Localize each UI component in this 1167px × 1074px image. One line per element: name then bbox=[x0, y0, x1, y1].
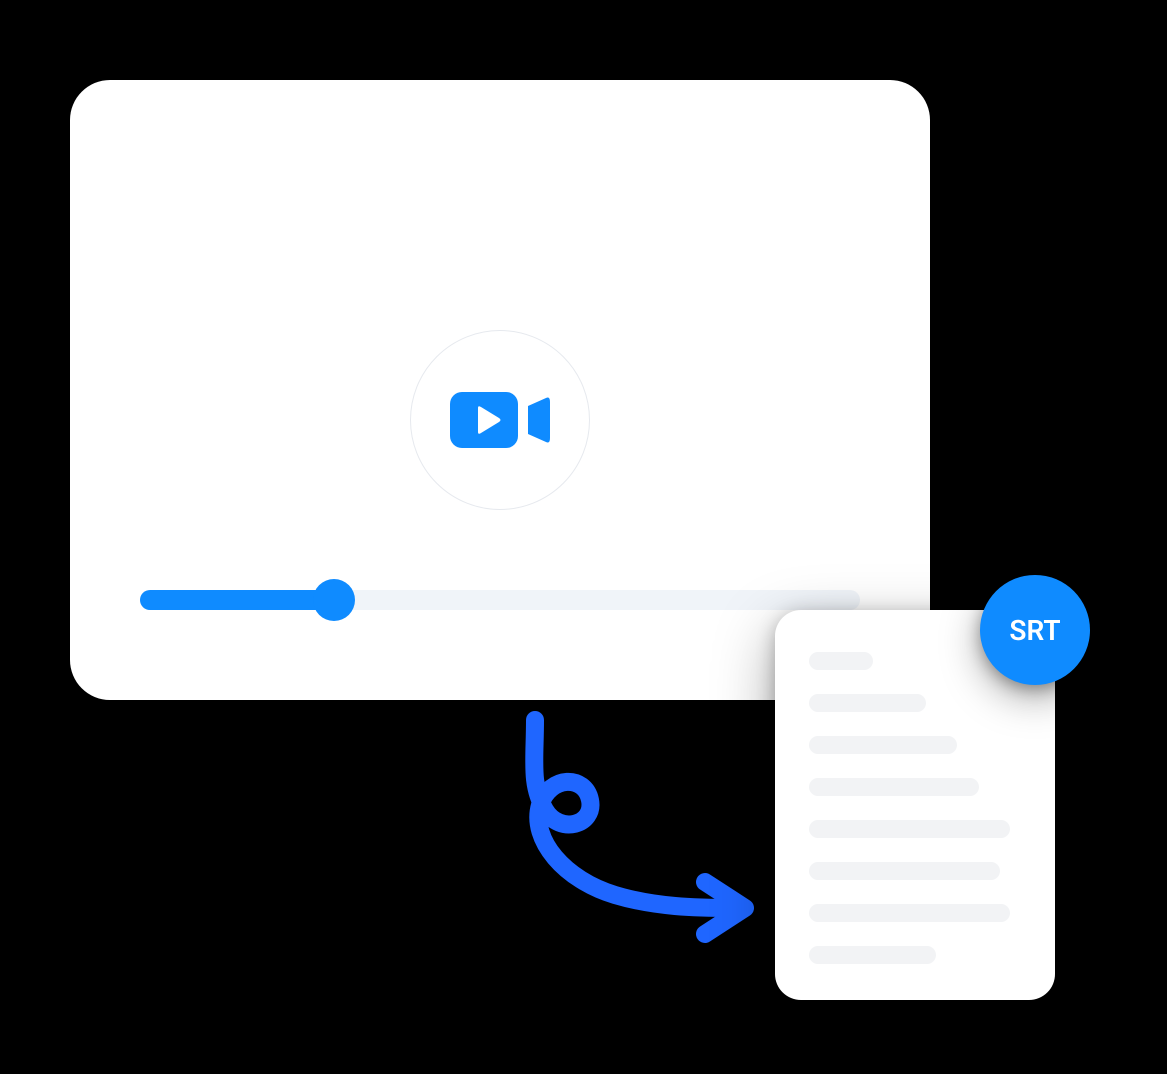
curly-arrow-icon bbox=[445, 720, 765, 950]
srt-document-card: SRT bbox=[775, 610, 1055, 1000]
doc-line bbox=[809, 862, 1000, 880]
progress-thumb[interactable] bbox=[313, 579, 355, 621]
play-button[interactable] bbox=[410, 330, 590, 510]
progress-fill bbox=[140, 590, 334, 610]
doc-line bbox=[809, 736, 957, 754]
video-player-card bbox=[70, 80, 930, 700]
srt-badge: SRT bbox=[980, 575, 1090, 685]
video-camera-icon bbox=[450, 388, 550, 452]
doc-line bbox=[809, 778, 979, 796]
doc-line bbox=[809, 652, 873, 670]
doc-line bbox=[809, 694, 926, 712]
doc-line bbox=[809, 820, 1010, 838]
doc-line bbox=[809, 946, 936, 964]
progress-slider[interactable] bbox=[140, 590, 860, 610]
doc-line bbox=[809, 904, 1010, 922]
srt-badge-label: SRT bbox=[1009, 614, 1060, 647]
